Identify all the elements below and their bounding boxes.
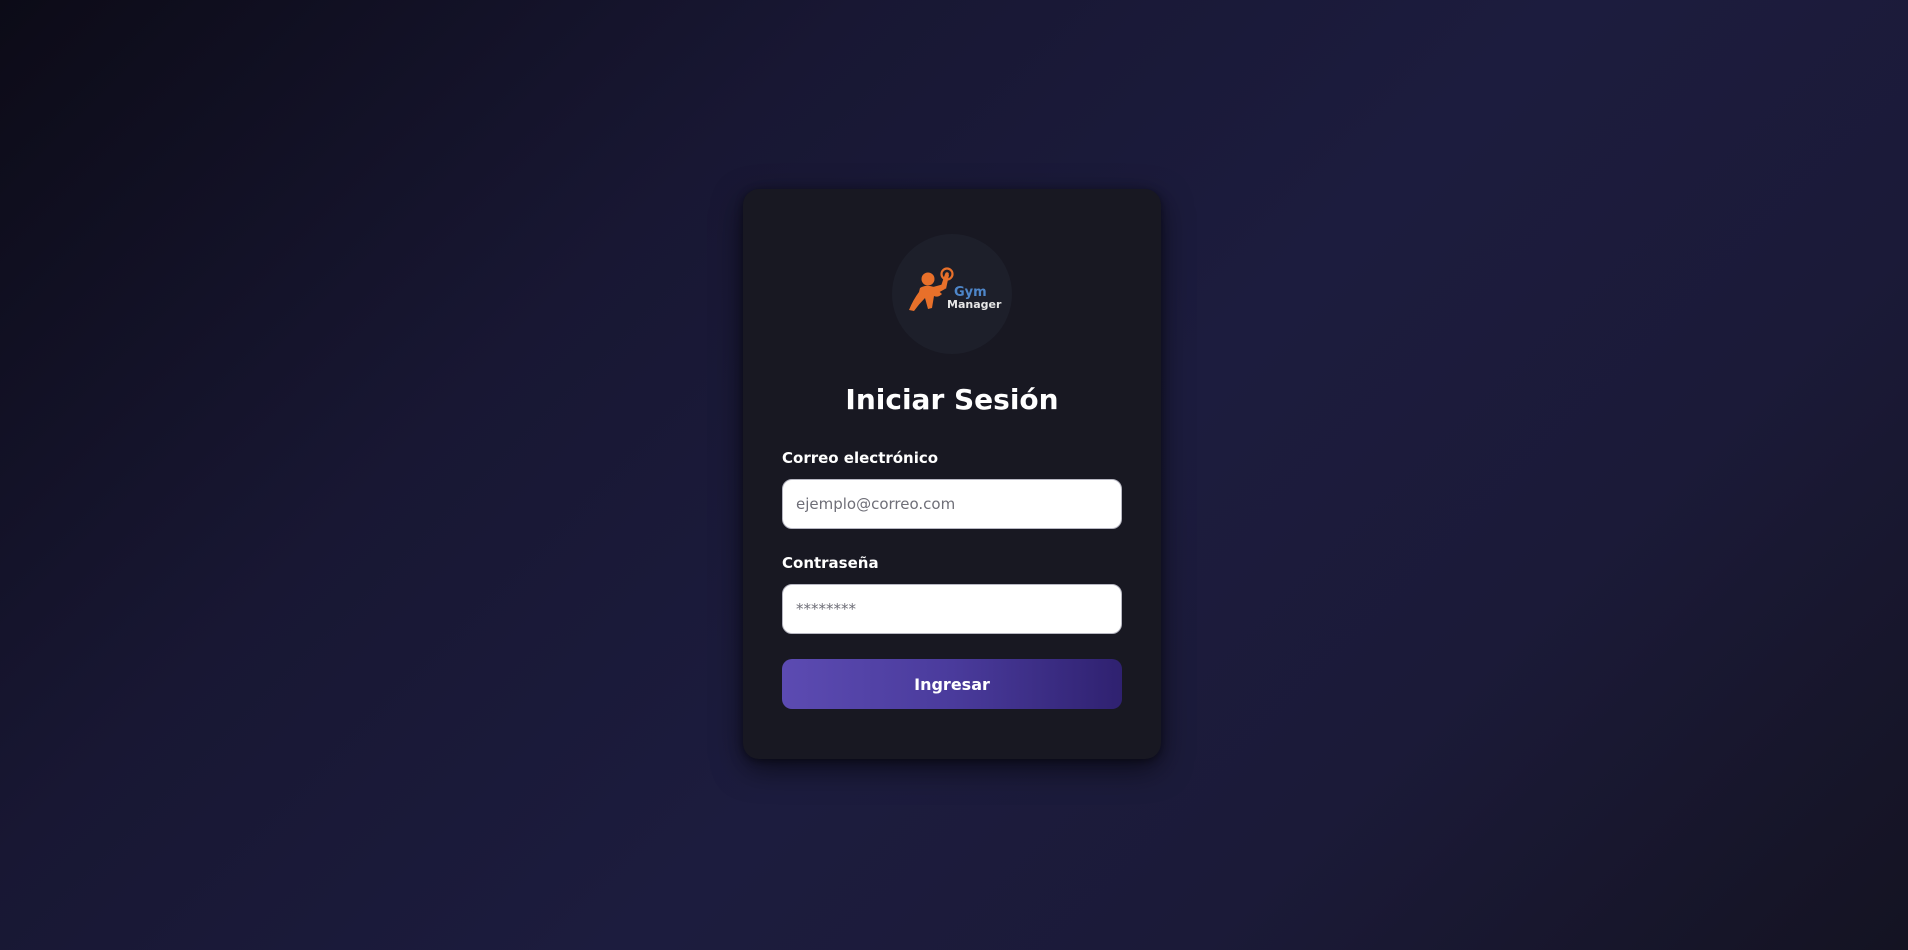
page-title: Iniciar Sesión (845, 383, 1059, 416)
login-card: Gym Manager Iniciar Sesión Correo electr… (743, 189, 1161, 759)
login-button[interactable]: Ingresar (782, 659, 1122, 709)
email-input[interactable] (782, 479, 1122, 529)
password-label: Contraseña (782, 554, 879, 572)
email-label: Correo electrónico (782, 449, 939, 467)
app-logo: Gym Manager (892, 234, 1012, 354)
weightlifter-icon: Gym Manager (909, 267, 1002, 311)
logo-text-line2: Manager (947, 298, 1002, 311)
password-input[interactable] (782, 584, 1122, 634)
